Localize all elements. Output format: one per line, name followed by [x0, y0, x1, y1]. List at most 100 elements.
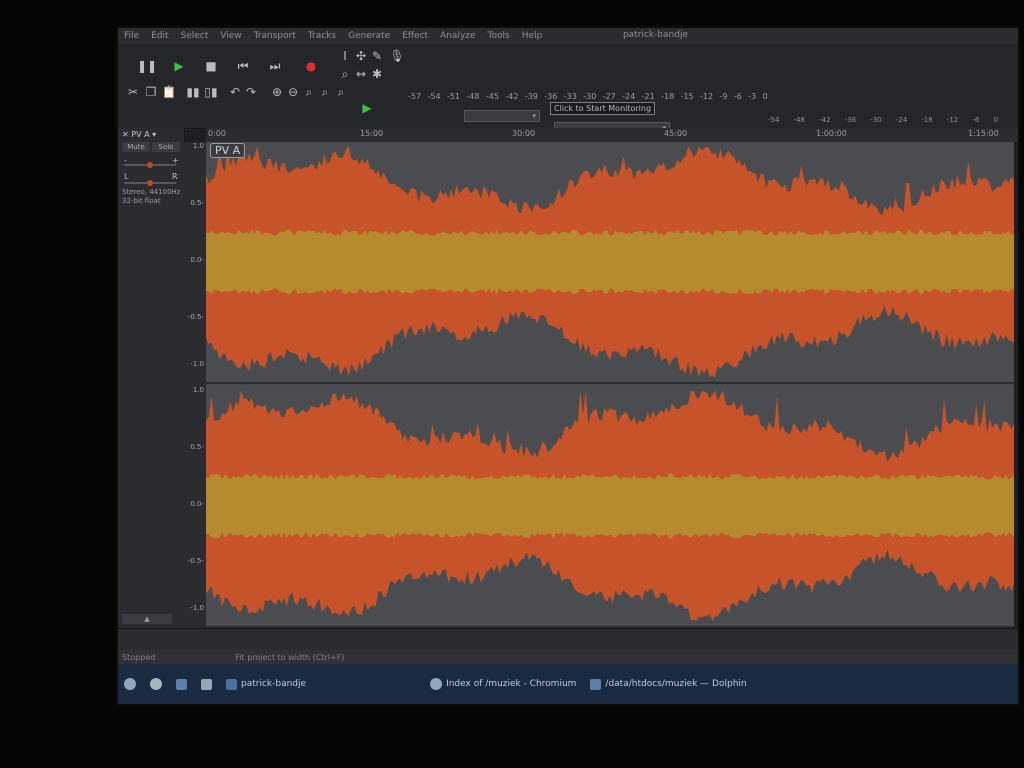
skip-start-button[interactable]: ⏮	[234, 58, 252, 74]
microphone-icon: 🎙	[389, 49, 405, 63]
menu-analyze[interactable]: Analyze	[440, 31, 475, 41]
status-state: Stopped	[122, 652, 156, 662]
redo-button[interactable]: ↷	[242, 84, 260, 100]
taskbar-item-label: Index of /muziek - Chromium	[446, 679, 577, 689]
record-button[interactable]: ●	[302, 58, 320, 74]
playback-meter[interactable]: -54 -48 -42 -36 -30 -24 -18 -12 -6 0	[768, 116, 998, 124]
copy-icon: ❐	[145, 85, 157, 99]
application-launcher-icon[interactable]	[124, 678, 136, 690]
gain-slider-knob[interactable]	[147, 162, 153, 168]
amplitude-tick: 0.5-	[190, 199, 204, 207]
collapse-track-button[interactable]: ▲	[122, 614, 172, 624]
silence-button[interactable]: ▯▮	[202, 84, 220, 100]
pan-left-label: L	[124, 172, 129, 181]
taskbar-item-dolphin[interactable]: /data/htdocs/muziek — Dolphin	[590, 678, 747, 690]
play-at-speed-button[interactable]: ▶	[358, 100, 376, 116]
chromium-icon	[430, 678, 443, 690]
stop-icon: ■	[205, 59, 217, 73]
timeline-label: 15:00	[360, 129, 384, 138]
mute-button[interactable]: Mute	[122, 142, 150, 152]
paste-button[interactable]: 📋	[160, 84, 178, 100]
track-name-label: PV A	[131, 130, 150, 139]
taskbar-item-chromium[interactable]: Index of /muziek - Chromium	[430, 678, 576, 690]
playback-meter-tick: -30	[870, 116, 882, 124]
menu-file[interactable]: File	[124, 31, 139, 41]
monitor-screen: File Edit Select View Transport Tracks G…	[116, 26, 1020, 706]
arrows-icon: ↔	[355, 67, 367, 81]
cut-button[interactable]: ✂	[124, 84, 142, 100]
skip-to-end-icon: ⏭	[269, 58, 281, 73]
pause-button[interactable]: ❚❚	[136, 58, 158, 74]
menu-select[interactable]: Select	[181, 31, 209, 41]
selection-toolbar	[118, 628, 1018, 651]
channel-left[interactable]: PV A	[206, 142, 1014, 384]
zoom-toggle-button[interactable]: ⌕	[332, 84, 350, 100]
playback-meter-tick: -54	[768, 116, 780, 124]
pan-right-label: R	[172, 172, 178, 181]
recording-meter-tick: -39	[524, 92, 538, 101]
channel-right[interactable]	[206, 386, 1014, 628]
status-hint: Fit project to width (Ctrl+F)	[235, 652, 345, 662]
menu-edit[interactable]: Edit	[151, 31, 168, 41]
trim-icon: ▮▮	[186, 85, 200, 99]
menu-tools[interactable]: Tools	[488, 31, 510, 41]
pause-icon: ❚❚	[136, 59, 158, 73]
host-select[interactable]: ▾	[464, 110, 540, 122]
recording-meter[interactable]: -57 -54 -51 -48 -45 -42 -39 -36 -33 -30 -27 -24 -21-…	[408, 92, 768, 101]
amplitude-tick: 0.5-	[190, 443, 204, 451]
folder-icon[interactable]	[176, 678, 187, 690]
menu-view[interactable]: View	[220, 31, 241, 41]
close-icon[interactable]: ✕	[122, 130, 131, 139]
taskbar-item-audacity[interactable]: patrick-bandje	[226, 678, 306, 690]
start-monitoring-button[interactable]: Click to Start Monitoring	[550, 102, 656, 115]
track-name[interactable]: ✕ PV A ▾	[122, 130, 156, 139]
recording-meter-tick: -54	[427, 92, 441, 101]
menu-transport[interactable]: Transport	[254, 31, 296, 41]
menu-generate[interactable]: Generate	[348, 31, 390, 41]
record-meter-toggle[interactable]: 🎙	[388, 48, 406, 64]
recording-meter-tick: -9	[719, 92, 728, 101]
pencil-icon: ✎	[371, 49, 383, 63]
play-button[interactable]: ▶	[170, 58, 188, 74]
multi-tool[interactable]: ✱	[368, 66, 386, 82]
i-beam-icon: I	[343, 49, 347, 63]
gain-slider[interactable]	[124, 162, 176, 168]
magnifier-icon: ⌕	[341, 66, 349, 81]
globe-icon[interactable]	[150, 678, 162, 690]
copy-button[interactable]: ❐	[142, 84, 160, 100]
pan-slider-knob[interactable]	[147, 180, 153, 186]
audacity-icon	[226, 678, 237, 690]
window-title: patrick-bandje	[622, 30, 688, 40]
chevron-down-icon: ▾	[149, 130, 157, 139]
amplitude-ruler: 1.0 0.5- 0.0- -0.5- -1.0 1.0 0.5- 0.0- -0.5- -1.0	[184, 142, 207, 628]
timeline-label: 1:15:00	[968, 129, 999, 138]
playback-meter-tick: 0	[993, 116, 998, 124]
menu-effect[interactable]: Effect	[402, 31, 428, 41]
solo-button[interactable]: Solo	[152, 142, 180, 152]
asterisk-icon: ✱	[371, 67, 383, 81]
pan-slider[interactable]	[124, 180, 176, 186]
menu-help[interactable]: Help	[522, 31, 543, 41]
audio-icon[interactable]	[201, 678, 212, 690]
recording-meter-tick: -15	[680, 92, 694, 101]
chevron-up-icon: ▲	[144, 615, 150, 623]
dolphin-icon	[590, 678, 602, 690]
recording-meter-tick: -33	[563, 92, 577, 101]
trim-button[interactable]: ▮▮	[184, 84, 202, 100]
recording-meter-tick: -36	[544, 92, 558, 101]
redo-icon: ↷	[245, 85, 257, 99]
timeline-ruler[interactable]: 0:0015:0030:0045:001:00:001:15:001:30:00	[206, 128, 1018, 143]
envelope-icon: ✣	[355, 49, 367, 63]
recording-meter-tick: -6	[733, 92, 742, 101]
stop-button[interactable]: ■	[202, 58, 220, 74]
recording-meter-tick: -12	[700, 92, 714, 101]
play-icon-small: ▶	[362, 101, 372, 115]
recording-meter-tick: 0	[762, 92, 768, 101]
waveform-area[interactable]: PV A	[206, 142, 1014, 628]
amplitude-tick: 1.0	[192, 142, 204, 150]
zoom-out-icon: ⊖	[287, 85, 299, 99]
draw-tool[interactable]: ✎	[368, 48, 386, 64]
clip-name[interactable]: PV A	[210, 143, 246, 158]
menu-tracks[interactable]: Tracks	[308, 31, 336, 41]
skip-end-button[interactable]: ⏭	[266, 58, 284, 74]
